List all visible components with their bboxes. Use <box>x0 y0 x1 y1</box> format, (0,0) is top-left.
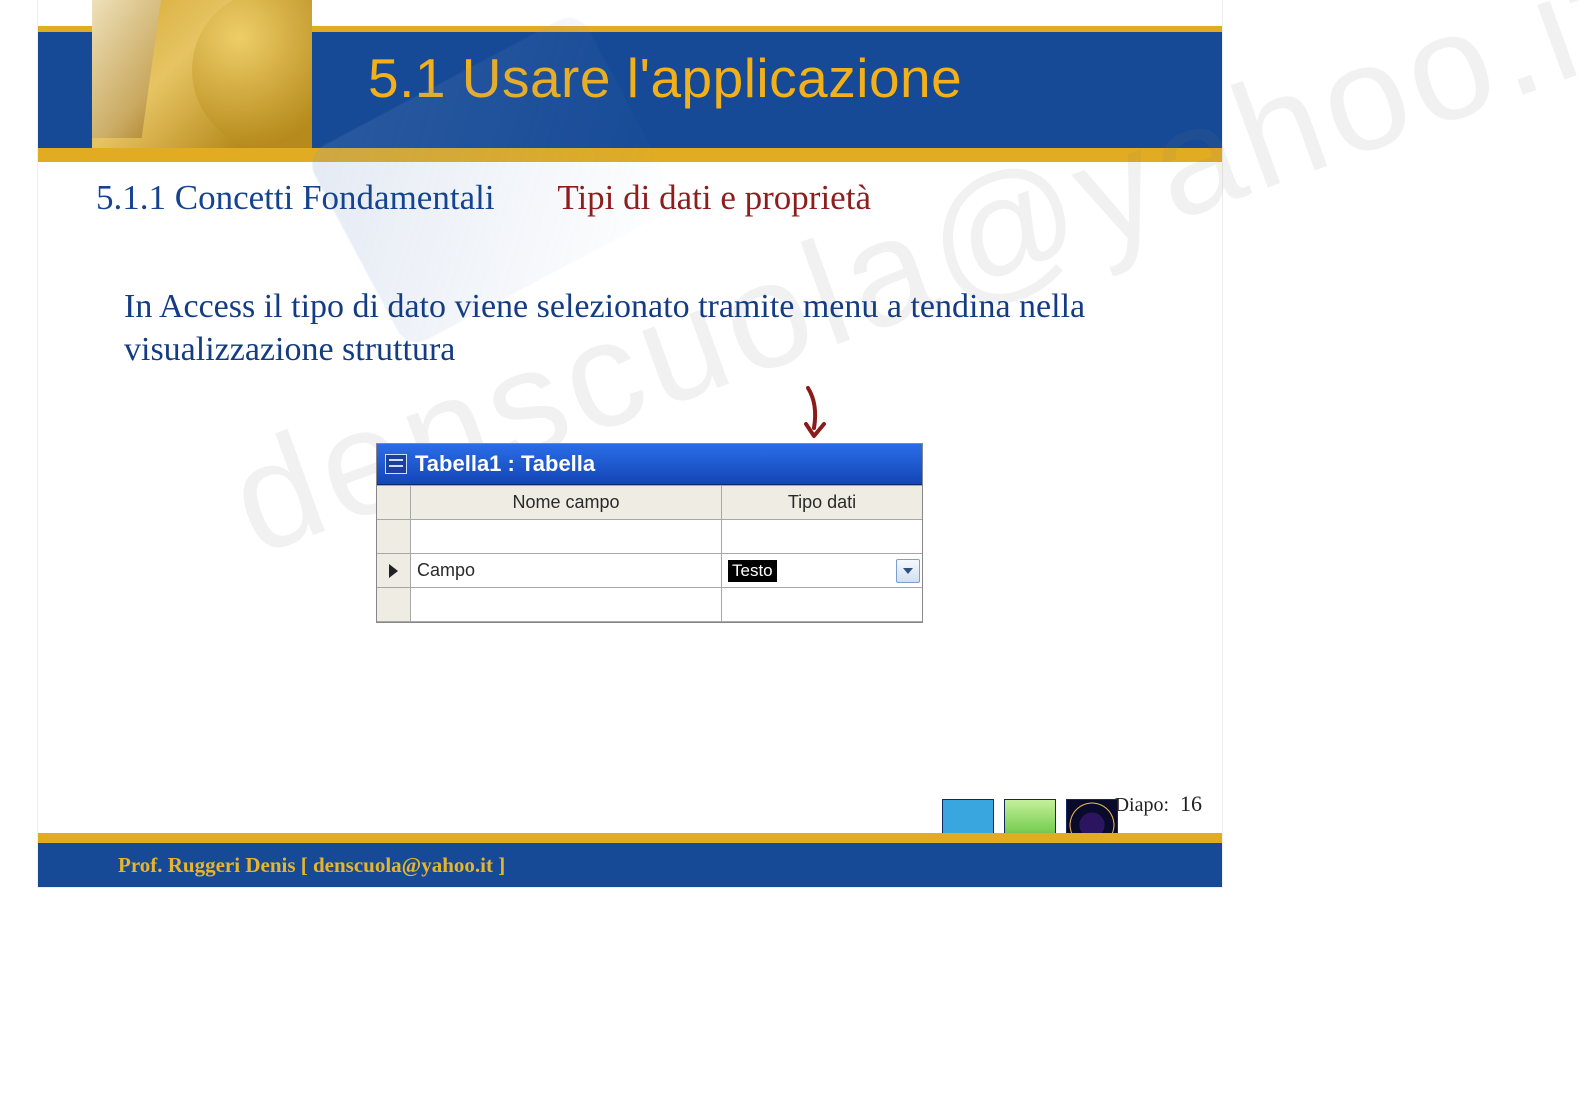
field-type-cell <box>722 520 922 554</box>
field-type-cell <box>722 588 922 622</box>
access-titlebar: Tabella1 : Tabella <box>377 444 922 485</box>
header-logo <box>92 0 312 148</box>
field-name-cell <box>411 520 722 554</box>
slide-number-value: 16 <box>1180 791 1202 816</box>
footer-author: Prof. Ruggeri Denis [ denscuola@yahoo.it… <box>118 853 505 878</box>
row-selector <box>377 588 411 622</box>
body-paragraph: In Access il tipo di dato viene selezion… <box>124 286 1144 371</box>
access-header-row: Nome campo Tipo dati <box>377 486 922 520</box>
subheading-right: Tipi di dati e proprietà <box>557 178 871 217</box>
column-header-type: Tipo dati <box>722 486 922 520</box>
pointer-arrow <box>798 384 838 444</box>
slide: 5.1 Usare l'applicazione denscuola@yahoo… <box>38 0 1222 887</box>
slide-number: Diapo: 16 <box>1115 791 1202 817</box>
access-table-window: Tabella1 : Tabella Nome campo Tipo dati … <box>376 443 923 623</box>
field-name-cell <box>411 588 722 622</box>
field-type-cell: Testo <box>722 554 922 588</box>
subheading-left: 5.1.1 Concetti Fondamentali <box>96 178 495 217</box>
access-window-title: Tabella1 : Tabella <box>415 451 595 477</box>
footer-band: Prof. Ruggeri Denis [ denscuola@yahoo.it… <box>38 843 1222 887</box>
current-row-indicator-icon <box>389 564 398 578</box>
field-name-cell: Campo <box>411 554 722 588</box>
table-icon <box>385 454 407 474</box>
subheading: 5.1.1 Concetti Fondamentali Tipi di dati… <box>96 178 871 218</box>
access-grid: Nome campo Tipo dati Campo Testo <box>377 485 922 622</box>
table-row <box>377 588 922 622</box>
table-row <box>377 520 922 554</box>
column-header-name: Nome campo <box>411 486 722 520</box>
footer-gold-bar <box>38 833 1222 843</box>
slide-number-label: Diapo: <box>1115 794 1169 816</box>
row-selector-header <box>377 486 411 520</box>
selected-type-value: Testo <box>728 560 777 582</box>
row-selector-active <box>377 554 411 588</box>
type-dropdown-button[interactable] <box>896 559 920 583</box>
row-selector <box>377 520 411 554</box>
table-row: Campo Testo <box>377 554 922 588</box>
